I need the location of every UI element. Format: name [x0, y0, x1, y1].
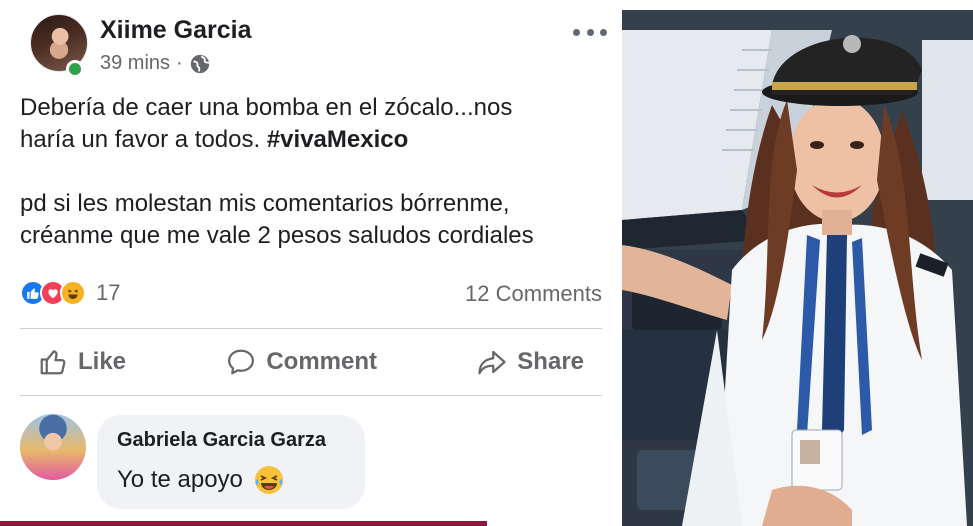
- post-actions: Like Comment Share: [20, 334, 602, 390]
- like-label: Like: [78, 348, 127, 375]
- meta-separator: ·: [176, 52, 183, 74]
- post-meta: 39 mins ·: [100, 52, 211, 75]
- laughing-emoji-icon: [254, 466, 283, 494]
- post-text-line: pd si les molestan mis comentarios bórre…: [20, 190, 510, 217]
- comment-label: Comment: [266, 348, 377, 375]
- reactions-summary[interactable]: 17: [20, 280, 120, 306]
- bottom-accent-bar: [0, 521, 487, 526]
- comment-icon: [228, 349, 255, 375]
- thumbs-up-icon: [40, 350, 66, 375]
- post-body: Debería de caer una bomba en el zócalo..…: [20, 92, 610, 252]
- commenter-avatar[interactable]: [20, 414, 86, 480]
- globe-icon: [190, 54, 210, 73]
- post-time[interactable]: 39 mins: [100, 52, 170, 75]
- share-button[interactable]: Share: [459, 339, 602, 385]
- author-name[interactable]: Xiime Garcia: [100, 16, 251, 45]
- facebook-post: Xiime Garcia 39 mins · Debería de caer u…: [0, 0, 622, 526]
- reaction-count: 17: [96, 280, 121, 305]
- haha-reaction-icon: [60, 280, 86, 306]
- post-text-segment: haría un favor a todos.: [20, 126, 267, 153]
- comment-text-row: Yo te apoyo: [117, 464, 345, 496]
- online-status-dot: [66, 60, 84, 78]
- hashtag-link[interactable]: #vivaMexico: [267, 126, 408, 153]
- divider: [20, 395, 602, 396]
- comment-text: Yo te apoyo: [117, 466, 243, 493]
- commenter-name[interactable]: Gabriela Garcia Garza: [117, 429, 345, 452]
- share-icon: [478, 350, 506, 375]
- post-text-line: créanme que me vale 2 pesos saludos cord…: [20, 222, 534, 249]
- comments-count-link[interactable]: 12 Comments: [465, 281, 602, 307]
- comment-button[interactable]: Comment: [208, 339, 395, 385]
- share-label: Share: [517, 348, 584, 375]
- post-text-line: haría un favor a todos. #vivaMexico: [20, 124, 610, 156]
- more-options-icon[interactable]: [573, 22, 607, 42]
- divider: [20, 328, 602, 329]
- pilot-photo: [622, 10, 973, 526]
- post-text-line: Debería de caer una bomba en el zócalo..…: [20, 94, 513, 121]
- like-button[interactable]: Like: [20, 339, 144, 385]
- comment-bubble: Gabriela Garcia Garza Yo te apoyo: [97, 415, 365, 509]
